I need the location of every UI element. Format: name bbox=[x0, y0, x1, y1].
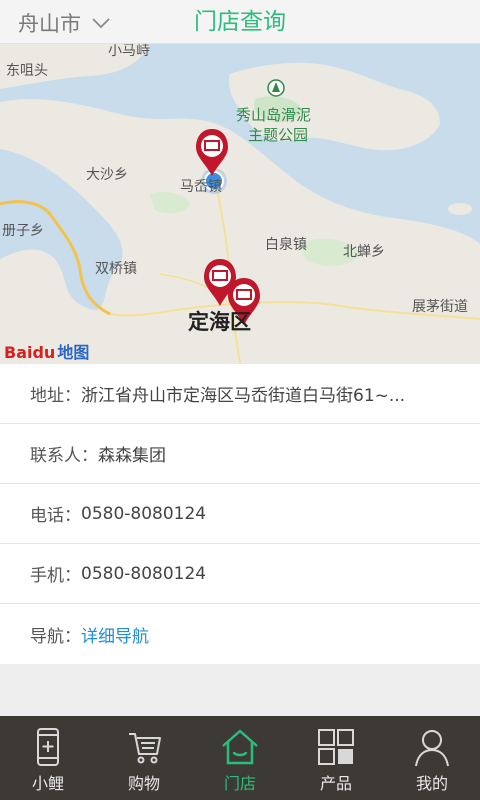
map-label-cezi: 册子乡 bbox=[2, 223, 44, 239]
phone-value[interactable]: 0580-8080124 bbox=[81, 504, 206, 524]
address-label: 地址： bbox=[30, 386, 81, 406]
tab-label: 购物 bbox=[127, 774, 160, 793]
store-map[interactable]: 小马峙 东咀头 秀山岛滑泥 主题公园 大沙乡 马岙镇 册子乡 白泉镇 北蝉乡 双… bbox=[0, 44, 480, 364]
map-label-xiushan: 秀山岛滑泥 bbox=[236, 106, 312, 124]
address-row: 地址： 浙江省舟山市定海区马岙街道白马街61~... bbox=[0, 364, 480, 424]
map-label-dashaxiang: 大沙乡 bbox=[86, 167, 128, 183]
navigation-row: 导航： 详细导航 bbox=[0, 604, 480, 664]
phone-label: 电话： bbox=[30, 506, 81, 526]
contact-value: 森森集团 bbox=[98, 446, 166, 466]
tab-label: 我的 bbox=[415, 774, 448, 793]
map-label-dongzuitou: 东咀头 bbox=[6, 63, 48, 79]
mobile-label: 手机： bbox=[30, 566, 81, 586]
map-label-shuangqiao: 双桥镇 bbox=[95, 261, 137, 277]
contact-label: 联系人： bbox=[30, 446, 98, 466]
tab-label: 小鲤 bbox=[31, 774, 64, 793]
top-bar: 舟山市 门店查询 bbox=[0, 0, 480, 44]
map-label-beichan: 北蝉乡 bbox=[343, 244, 385, 260]
tab-shopping[interactable]: 购物 bbox=[96, 716, 192, 800]
tab-products[interactable]: 产品 bbox=[288, 716, 384, 800]
phone-add-icon bbox=[37, 728, 59, 766]
map-label-xiaomaqi: 小马峙 bbox=[108, 44, 150, 59]
map-label-maao: 马岙镇 bbox=[180, 179, 222, 195]
tab-mine[interactable]: 我的 bbox=[384, 716, 480, 800]
phone-row[interactable]: 电话： 0580-8080124 bbox=[0, 484, 480, 544]
mobile-row[interactable]: 手机： 0580-8080124 bbox=[0, 544, 480, 604]
store-info-list: 地址： 浙江省舟山市定海区马岙街道白马街61~... 联系人： 森森集团 电话：… bbox=[0, 364, 480, 664]
tab-store[interactable]: 门店 bbox=[192, 716, 288, 800]
page-title: 门店查询 bbox=[194, 9, 286, 35]
grid-icon bbox=[318, 729, 354, 765]
detailed-navigation-link[interactable]: 详细导航 bbox=[81, 622, 149, 647]
tab-xiaoli[interactable]: 小鲤 bbox=[0, 716, 96, 800]
cart-icon bbox=[129, 733, 161, 764]
map-label-xiushan-2: 主题公园 bbox=[248, 126, 309, 144]
tab-label: 门店 bbox=[223, 774, 256, 793]
bottom-tab-bar: 小鲤 购物 门店 产品 我的 bbox=[0, 716, 480, 800]
mobile-value[interactable]: 0580-8080124 bbox=[81, 564, 206, 584]
map-label-dinghai: 定海区 bbox=[188, 310, 251, 334]
user-icon bbox=[415, 730, 449, 767]
navigation-label: 导航： bbox=[30, 626, 81, 647]
map-label-baiquan: 白泉镇 bbox=[265, 237, 307, 253]
store-icon bbox=[222, 729, 258, 765]
address-value: 浙江省舟山市定海区马岙街道白马街61~... bbox=[81, 386, 406, 406]
map-label-zhanmao: 展茅街道 bbox=[412, 299, 468, 315]
contact-row: 联系人： 森森集团 bbox=[0, 424, 480, 484]
tab-label: 产品 bbox=[319, 774, 352, 793]
baidu-map-logo: Baidu 地图 bbox=[4, 343, 90, 362]
